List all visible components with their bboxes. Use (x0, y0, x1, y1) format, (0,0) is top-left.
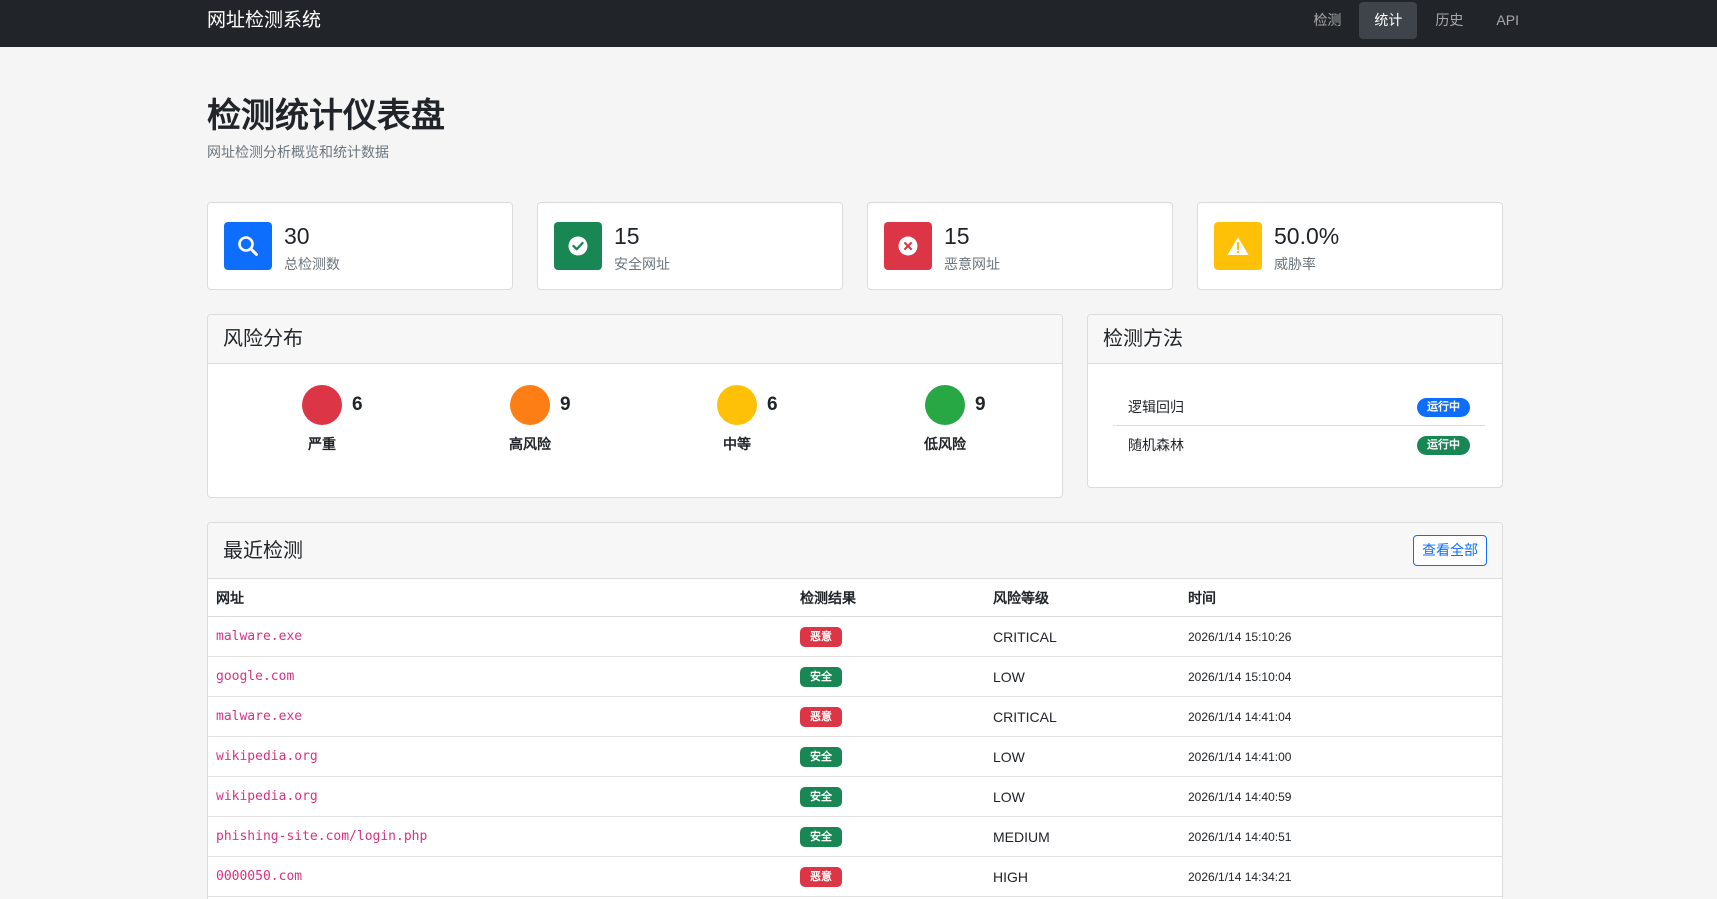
risk-count: 6 (767, 394, 778, 415)
nav-menu: 检测 统计 历史 API (1298, 2, 1534, 39)
table-row[interactable]: 0000050.com 恶意 HIGH 2026/1/14 14:34:21 (208, 857, 1502, 897)
x-circle-icon (884, 222, 932, 270)
risk-count: 9 (560, 394, 571, 415)
risk-count: 9 (975, 394, 986, 415)
brand-title[interactable]: 网址检测系统 (207, 9, 321, 33)
stat-value: 15 (614, 223, 640, 249)
result-badge: 安全 (800, 787, 842, 807)
method-row-logistic-regression: 逻辑回归 运行中 (1113, 388, 1485, 426)
stat-card-safe: 15 安全网址 (537, 202, 843, 290)
risk-label: 低风险 (924, 436, 966, 452)
nav-item-stats[interactable]: 统计 (1359, 2, 1418, 39)
stat-label: 威胁率 (1274, 256, 1316, 272)
table-row[interactable]: malware.exe 恶意 CRITICAL 2026/1/14 14:41:… (208, 697, 1502, 737)
risk-count: 6 (352, 394, 363, 415)
risk-dot (717, 385, 757, 425)
stat-label: 总检测数 (284, 256, 340, 272)
url-cell[interactable]: wikipedia.org (216, 749, 318, 765)
table-row[interactable]: phishing-site.com/login.php 安全 MEDIUM 20… (208, 817, 1502, 857)
risk-label: 中等 (723, 436, 751, 452)
risk-item-low: 9 低风险 (888, 385, 1028, 465)
url-cell[interactable]: wikipedia.org (216, 789, 318, 805)
stat-value: 50.0% (1274, 223, 1340, 249)
url-cell[interactable]: 0000050.com (216, 869, 302, 885)
recent-detections-card: 最近检测 查看全部 网址 检测结果 风险等级 时间 malware.exe 恶意… (207, 522, 1503, 899)
risk-level-cell: LOW (993, 789, 1025, 805)
risk-level-cell: CRITICAL (993, 629, 1057, 645)
risk-level-cell: LOW (993, 669, 1025, 685)
risk-level-cell: LOW (993, 749, 1025, 765)
card-header: 检测方法 (1088, 315, 1502, 364)
stat-card-total: 30 总检测数 (207, 202, 513, 290)
method-name: 随机森林 (1128, 437, 1184, 453)
nav-item-history[interactable]: 历史 (1420, 2, 1478, 39)
result-badge: 安全 (800, 827, 842, 847)
url-cell[interactable]: malware.exe (216, 709, 302, 725)
search-icon (224, 222, 272, 270)
time-cell: 2026/1/14 15:10:04 (1188, 670, 1292, 684)
stat-card-malicious: 15 恶意网址 (867, 202, 1173, 290)
time-cell: 2026/1/14 14:40:51 (1188, 830, 1292, 844)
time-cell: 2026/1/14 15:10:26 (1188, 630, 1292, 644)
table-row[interactable]: wikipedia.org 安全 LOW 2026/1/14 14:40:59 (208, 777, 1502, 817)
stat-value: 15 (944, 223, 970, 249)
result-badge: 恶意 (800, 627, 842, 647)
column-header-url: 网址 (216, 590, 244, 606)
risk-distribution-card: 风险分布 6 严重 9 高风险 6 中等 9 低风险 (207, 314, 1063, 498)
nav-item-api[interactable]: API (1481, 2, 1534, 39)
risk-item-medium: 6 中等 (680, 385, 820, 465)
warning-icon (1214, 222, 1262, 270)
time-cell: 2026/1/14 14:40:59 (1188, 790, 1292, 804)
risk-dot (302, 385, 342, 425)
risk-item-critical: 6 严重 (265, 385, 405, 465)
table-row[interactable]: google.com 安全 LOW 2026/1/14 15:10:04 (208, 657, 1502, 697)
method-status-badge: 运行中 (1417, 436, 1470, 455)
result-badge: 安全 (800, 747, 842, 767)
url-cell[interactable]: malware.exe (216, 629, 302, 645)
card-title: 检测方法 (1103, 328, 1183, 350)
time-cell: 2026/1/14 14:41:04 (1188, 710, 1292, 724)
table-row[interactable]: wikipedia.org 安全 LOW 2026/1/14 14:41:00 (208, 737, 1502, 777)
top-navbar: 网址检测系统 检测 统计 历史 API (0, 0, 1717, 47)
table-row[interactable]: malware.exe 恶意 CRITICAL 2026/1/14 15:10:… (208, 617, 1502, 657)
stat-label: 安全网址 (614, 256, 670, 272)
method-row-random-forest: 随机森林 运行中 (1113, 426, 1485, 464)
risk-dot (510, 385, 550, 425)
stat-card-threat-rate: 50.0% 威胁率 (1197, 202, 1503, 290)
card-title: 风险分布 (223, 328, 303, 350)
time-cell: 2026/1/14 14:34:21 (1188, 870, 1292, 884)
page-title: 检测统计仪表盘 (207, 97, 445, 135)
risk-label: 高风险 (509, 436, 551, 452)
time-cell: 2026/1/14 14:41:00 (1188, 750, 1292, 764)
stat-value: 30 (284, 223, 310, 249)
result-badge: 安全 (800, 667, 842, 687)
column-header-result: 检测结果 (800, 590, 856, 606)
nav-item-detect[interactable]: 检测 (1298, 2, 1356, 39)
stat-label: 恶意网址 (944, 256, 1000, 272)
risk-level-cell: MEDIUM (993, 829, 1050, 845)
url-cell[interactable]: google.com (216, 669, 294, 685)
card-header: 最近检测 查看全部 (208, 523, 1502, 579)
url-cell[interactable]: phishing-site.com/login.php (216, 829, 427, 845)
risk-dot (925, 385, 965, 425)
result-badge: 恶意 (800, 707, 842, 727)
page-subtitle: 网址检测分析概览和统计数据 (207, 144, 389, 160)
check-circle-icon (554, 222, 602, 270)
method-status-badge: 运行中 (1417, 398, 1470, 417)
risk-item-high: 9 高风险 (473, 385, 613, 465)
risk-level-cell: CRITICAL (993, 709, 1057, 725)
column-header-risk-level: 风险等级 (993, 590, 1049, 606)
detection-methods-card: 检测方法 逻辑回归 运行中 随机森林 运行中 (1087, 314, 1503, 488)
risk-label: 严重 (308, 436, 336, 452)
column-header-time: 时间 (1188, 590, 1216, 606)
risk-level-cell: HIGH (993, 869, 1028, 885)
result-badge: 恶意 (800, 867, 842, 887)
card-header: 风险分布 (208, 315, 1062, 364)
view-all-button[interactable]: 查看全部 (1413, 535, 1487, 566)
method-name: 逻辑回归 (1128, 399, 1184, 415)
card-title: 最近检测 (223, 540, 303, 562)
